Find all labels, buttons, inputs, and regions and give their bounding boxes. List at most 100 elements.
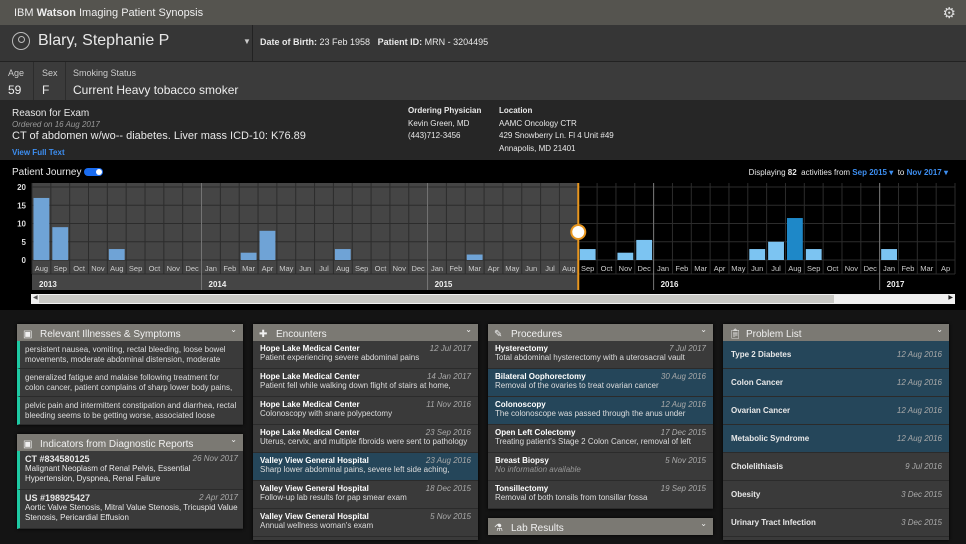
x-tick-label: Feb [901,264,914,273]
list-item[interactable]: Valley View General Hospital 18 Dec 2015 F… [253,481,478,509]
list-item[interactable]: Open Left Colectomy 17 Dec 2015 Treating p… [488,425,713,453]
illnesses-header[interactable]: ▣ Relevant Illnesses & Symptoms ⌄ [17,324,243,341]
location-line-2: 429 Snowberry Ln. Fl 4 Unit #49 [499,131,614,140]
problem-item[interactable]: Obesity 3 Dec 2015 [723,481,949,509]
problem-item[interactable]: Metabolic Syndrome 12 Aug 2016 [723,425,949,453]
app-title-brand: Watson [36,7,76,19]
panel-title: Relevant Illnesses & Symptoms [40,328,181,340]
list-item[interactable]: Hope Lake Medical Center 14 Jan 2017 Patie… [253,369,478,397]
timeline-scrollbar[interactable]: ◀ ▶ [31,294,955,304]
problem-item[interactable]: Ovarian Cancer 12 Aug 2016 [723,397,949,425]
list-item[interactable]: Valley View General Hospital 23 Aug 2016 S… [253,453,478,481]
list-item[interactable]: Hope Lake Medical Center 12 Jul 2017 Patie… [253,341,478,369]
symptom-item[interactable]: pelvic pain and intermittent constipatio… [17,397,243,425]
x-tick-label: Mar [694,264,707,273]
view-full-text-link[interactable]: View Full Text [12,148,65,157]
x-tick-label: Jul [771,264,781,273]
x-tick-label: Feb [675,264,688,273]
problem-date: 3 Dec 2015 [901,518,942,527]
scroll-left-icon[interactable]: ◀ [33,294,38,301]
x-tick-label: Sep [807,264,820,273]
range-handle[interactable] [570,224,587,240]
journey-toggle[interactable] [84,168,103,176]
list-item[interactable]: Valley View General Hospital 5 Nov 2015 An… [253,509,478,537]
illnesses-panel: ▣ Relevant Illnesses & Symptoms ⌄ persiste… [17,324,243,425]
x-tick-label: Jul [319,264,329,273]
x-tick-label: Apr [488,264,500,273]
lab-results-header[interactable]: ⚗ Lab Results ⌄ [488,518,713,535]
patient-header: Blary, Stephanie P ▼ Date of Birth: 23 F… [0,25,966,62]
gear-icon[interactable]: ⚙ [943,4,956,22]
age-value: 59 [8,83,22,97]
chevron-down-icon[interactable]: ⌄ [936,325,943,334]
problem-date: 3 Dec 2015 [901,490,942,499]
problem-item[interactable]: Cholelithiasis 9 Jul 2016 [723,453,949,481]
list-item[interactable]: Tonsillectomy 19 Sep 2015 Removal of both … [488,481,713,509]
item-text: Removal of the ovaries to treat ovarian … [495,381,659,390]
problem-date: 12 Aug 2016 [896,406,942,415]
item-text: Uterus, cervix, and multiple fibroids we… [260,437,468,446]
x-tick-label: Feb [449,264,462,273]
procedures-header[interactable]: ✎ Procedures ⌄ [488,324,713,341]
journey-label: Patient Journey [12,167,82,178]
x-tick-label: Jun [299,264,311,273]
x-tick-label: Dec [411,264,425,273]
x-tick-label: Aug [336,264,349,273]
encounters-header[interactable]: ✚ Encounters ⌄ [253,324,478,341]
x-tick-label: Jan [883,264,895,273]
symptom-item[interactable]: persistent nausea, vomiting, rectal blee… [17,341,243,369]
bar [768,241,784,260]
problem-item[interactable]: Type 2 Diabetes 12 Aug 2016 [723,341,949,369]
patient-selector[interactable]: Blary, Stephanie P [12,32,169,50]
list-item[interactable]: Breast Biopsy 5 Nov 2015 No information av… [488,453,713,481]
x-tick-label: Jul [545,264,555,273]
problem-item[interactable]: Urinary Tract Infection 3 Dec 2015 [723,509,949,537]
x-tick-label: Aug [110,264,123,273]
problem-date: 12 Aug 2016 [896,434,942,443]
problem-title: Colon Cancer [731,378,784,387]
x-tick-label: Feb [223,264,236,273]
panel-title: Problem List [746,328,802,340]
problem-list-header[interactable]: 📋︎ Problem List ⌄ [723,324,949,341]
chevron-down-icon[interactable]: ⌄ [700,519,707,528]
indicator-item[interactable]: US #198925427 2 Apr 2017 Aortic Valve Sten… [17,490,243,529]
list-item[interactable]: Colonoscopy 12 Aug 2016 The colonoscope wa… [488,397,713,425]
smoking-label: Smoking Status [73,68,137,78]
report-icon: ▣ [23,438,33,450]
list-item[interactable]: Hope Lake Medical Center 23 Sep 2016 Uteru… [253,425,478,453]
dob-value: 23 Feb 1958 [319,37,371,47]
avatar-icon [12,32,30,50]
from-dropdown[interactable]: Sep 2015 ▾ [852,168,893,177]
chevron-down-icon[interactable]: ▼ [243,37,251,46]
list-item[interactable]: Hope Lake Medical Center 11 Nov 2016 Colon… [253,397,478,425]
chevron-down-icon[interactable]: ⌄ [230,435,237,444]
problem-item[interactable]: Colon Cancer 12 Aug 2016 [723,369,949,397]
indicator-date: 2 Apr 2017 [199,493,238,502]
item-text: Annual wellness woman's exam [260,521,374,530]
chevron-down-icon[interactable]: ⌄ [230,325,237,334]
item-text: Total abdominal hysterectomy with a uter… [495,353,685,362]
location-line-3: Annapolis, MD 21401 [499,143,576,153]
x-tick-label: Apr [262,264,274,273]
year-label: 2015 [435,280,453,289]
bar [33,197,50,260]
item-text: Removal of both tonsils from tonsillar f… [495,493,648,502]
chevron-down-icon[interactable]: ⌄ [700,325,707,334]
physician-label: Ordering Physician [408,106,482,115]
age-cell: Age 59 [0,62,34,100]
x-tick-label: Aug [788,264,801,273]
symptom-item[interactable]: generalized fatigue and malaise followin… [17,369,243,397]
scroll-thumb[interactable] [39,295,834,303]
list-item[interactable]: Bilateral Oophorectomy 30 Aug 2016 Removal… [488,369,713,397]
list-item[interactable]: Hysterectomy 7 Jul 2017 Total abdominal hy… [488,341,713,369]
encounters-panel: ✚ Encounters ⌄ Hope Lake Medical Center 12 … [253,324,478,540]
journey-chart: 20151050Aug Sep Oct Nov Aug Sep Oct Nov Dec Jan Fe… [17,183,956,290]
location-label: Location [499,106,533,115]
x-tick-label: Ap [941,264,950,273]
indicators-header[interactable]: ▣ Indicators from Diagnostic Reports ⌄ [17,434,243,451]
chevron-down-icon[interactable]: ⌄ [465,325,472,334]
indicator-item[interactable]: CT #834580125 26 Nov 2017 Malignant Neopla… [17,451,243,490]
to-dropdown[interactable]: Nov 2017 ▾ [907,168,948,177]
age-label: Age [8,68,25,78]
scroll-right-icon[interactable]: ▶ [948,294,953,301]
